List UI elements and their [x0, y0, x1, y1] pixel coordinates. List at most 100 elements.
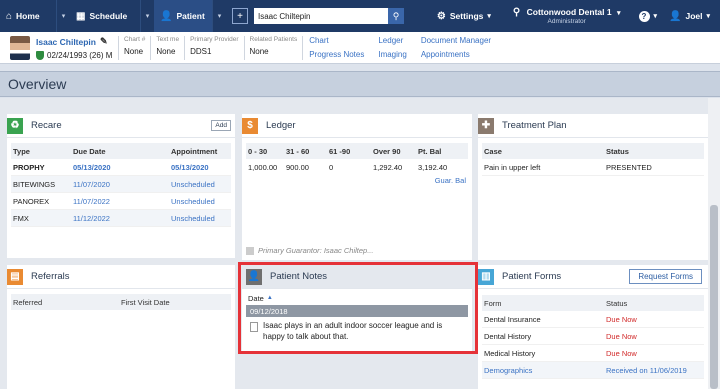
nav-settings-label: Settings [449, 11, 484, 21]
referrals-table-header: Referred First Visit Date [11, 294, 231, 310]
forms-table-header: Form Status [482, 295, 704, 311]
table-row[interactable]: Medical History Due Now [482, 345, 704, 362]
nav-location[interactable]: ⚲ Cottonwood Dental 1 ▾ Administrator [503, 0, 631, 32]
ledger-value: 0 [329, 163, 334, 172]
form-name: Dental Insurance [484, 314, 541, 324]
recare-col-due: Due Date [73, 146, 106, 156]
form-name: Medical History [484, 348, 536, 358]
recare-due: 11/12/2022 [73, 213, 110, 223]
nav-patient-caret[interactable]: ▾ [212, 0, 226, 32]
ledger-col-pt-bal: Pt. Bal [418, 146, 442, 156]
guarantor-icon [246, 246, 254, 255]
chart-number-label: Chart # [124, 36, 146, 43]
patient-search-input[interactable]: Isaac Chiltepin ⚲ [254, 8, 404, 24]
link-document-manager[interactable]: Document Manager [421, 36, 491, 46]
home-icon: ⌂ [6, 10, 13, 22]
nav-schedule-caret[interactable]: ▾ [140, 0, 154, 32]
add-patient-button[interactable]: + [232, 8, 248, 24]
recare-appointment[interactable]: 05/13/2020 [171, 163, 231, 172]
patient-links: Chart Ledger Document Manager Progress N… [302, 36, 491, 60]
treatment-table-header: Case Status [482, 143, 704, 159]
shield-icon [36, 51, 44, 60]
recare-panel: ♻ Recare Add Type Due Date Appointment P… [7, 114, 235, 258]
ledger-value: 1,292.40 [373, 163, 403, 172]
recare-due: 11/07/2022 [73, 196, 110, 206]
page-title: Overview [0, 71, 720, 97]
form-status: Due Now [606, 314, 637, 324]
scrollbar-thumb[interactable] [710, 205, 718, 389]
patient-avatar [10, 36, 30, 60]
link-imaging[interactable]: Imaging [378, 50, 406, 60]
related-patients: Related Patients None [243, 36, 303, 60]
patient-identity: Isaac Chiltepin ✎ 02/24/1993 (26) M [36, 36, 114, 60]
patient-dob: 02/24/1993 (26) M [47, 51, 113, 60]
form-status: Due Now [606, 348, 637, 358]
request-forms-button[interactable]: Request Forms [629, 269, 702, 284]
forms-col-form: Form [484, 298, 502, 308]
map-pin-icon: ⚲ [512, 6, 521, 18]
table-row[interactable]: Pain in upper left PRESENTED [482, 159, 704, 176]
recare-appointment[interactable]: Unscheduled [171, 180, 231, 189]
form-name: Dental History [484, 331, 532, 341]
recycle-icon: ♻ [7, 117, 23, 134]
guar-bal-link[interactable]: Guar. Bal [246, 176, 468, 185]
table-row[interactable]: Demographics Received on 11/06/2019 [482, 362, 704, 379]
ledger-value: 1,000.00 [248, 163, 278, 172]
primary-provider-value: DDS1 [190, 47, 212, 56]
recare-appointment[interactable]: Unscheduled [171, 197, 231, 206]
nav-home[interactable]: ⌂ Home [0, 0, 56, 32]
nav-patient[interactable]: 👤 Patient [154, 0, 212, 32]
nav-schedule[interactable]: ▦ Schedule [70, 0, 140, 32]
table-row[interactable]: PANOREX 11/07/2022 Unscheduled [11, 193, 231, 210]
nav-right: ⚙ Settings ▾ ⚲ Cottonwood Dental 1 ▾ Adm… [425, 0, 720, 32]
text-me-label: Text me [156, 36, 180, 43]
text-me-value: None [156, 47, 176, 56]
nav-settings[interactable]: ⚙ Settings ▾ [425, 0, 503, 32]
ledger-title: Ledger [266, 120, 296, 131]
primary-provider-label: Primary Provider [190, 36, 239, 43]
help-icon: ? [638, 10, 650, 22]
nav-home-caret[interactable]: ▾ [56, 0, 70, 32]
treatment-plan-panel: ✚ Treatment Plan Case Status Pain in upp… [478, 114, 708, 260]
link-appointments[interactable]: Appointments [421, 50, 491, 60]
related-patients-value: None [249, 47, 269, 56]
chevron-down-icon: ▾ [616, 9, 621, 17]
table-row[interactable]: PROPHY 05/13/2020 05/13/2020 [11, 159, 231, 176]
add-recare-button[interactable]: Add [211, 120, 231, 131]
primary-guarantor: Primary Guarantor: Isaac Chiltep... [246, 246, 373, 255]
ledger-col-over-90: Over 90 [373, 146, 401, 156]
link-chart[interactable]: Chart [309, 36, 364, 46]
chart-number: Chart # None [118, 36, 150, 60]
primary-provider: Primary Provider DDS1 [184, 36, 243, 60]
recare-due: 05/13/2020 [73, 162, 111, 172]
form-icon: ▥ [478, 268, 494, 285]
nav-user[interactable]: 👤 Joel ▾ [665, 0, 720, 32]
link-progress-notes[interactable]: Progress Notes [309, 50, 364, 60]
form-name[interactable]: Demographics [482, 366, 606, 375]
recare-col-type: Type [13, 146, 30, 156]
table-row[interactable]: BITEWINGS 11/07/2020 Unscheduled [11, 176, 231, 193]
treatment-status: PRESENTED [606, 162, 652, 172]
table-row[interactable]: FMX 11/12/2022 Unscheduled [11, 210, 231, 227]
recare-type: PROPHY [13, 162, 45, 172]
chevron-down-icon: ▾ [487, 13, 491, 20]
ledger-col-61-90: 61 -90 [329, 146, 351, 156]
patient-name[interactable]: Isaac Chiltepin [36, 37, 96, 47]
gear-icon: ⚙ [436, 10, 446, 22]
patient-search-icon[interactable]: ⚲ [388, 8, 404, 24]
link-ledger[interactable]: Ledger [378, 36, 406, 46]
chevron-down-icon: ▾ [653, 13, 658, 20]
treatment-col-case: Case [484, 146, 502, 156]
referrals-col-referred: Referred [13, 297, 43, 307]
recare-type: FMX [13, 213, 29, 223]
table-row[interactable]: Dental History Due Now [482, 328, 704, 345]
referrals-col-first-visit: First Visit Date [121, 297, 170, 307]
medical-kit-icon: ✚ [478, 117, 494, 134]
recare-appointment[interactable]: Unscheduled [171, 214, 231, 223]
chevron-down-icon: ▾ [706, 13, 710, 20]
table-row[interactable]: Dental Insurance Due Now [482, 311, 704, 328]
table-row: 1,000.00 900.00 0 1,292.40 3,192.40 [246, 159, 468, 176]
pencil-icon[interactable]: ✎ [100, 36, 108, 47]
nav-help[interactable]: ? ▾ [631, 0, 666, 32]
nav-patient-label: Patient [176, 11, 205, 21]
